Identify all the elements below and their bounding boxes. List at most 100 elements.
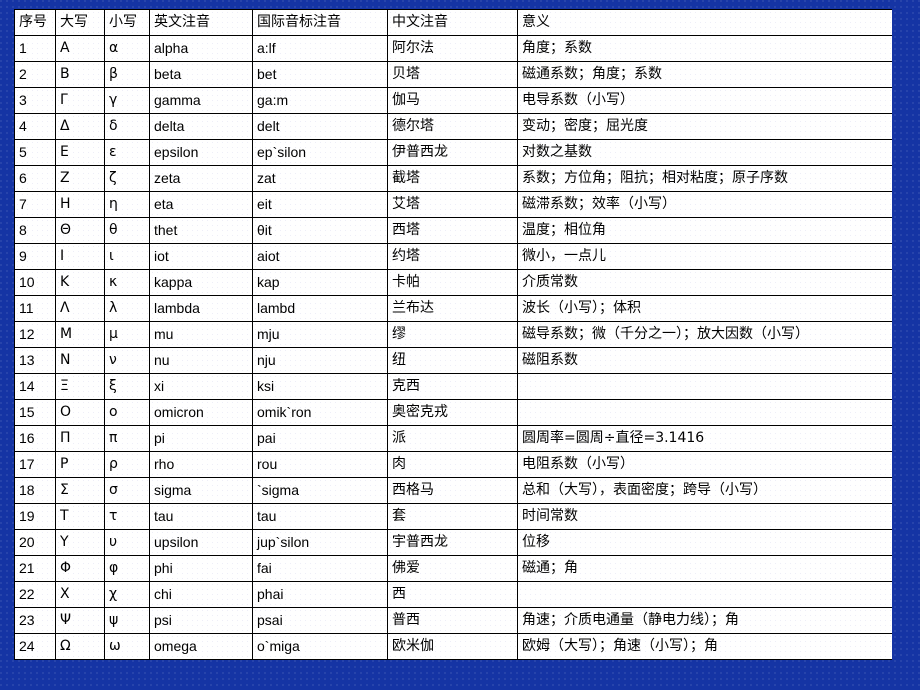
cell-meaning: 磁导系数；微（千分之一）；放大因数（小写） [517,321,892,348]
cell-lowercase: σ [104,477,150,504]
cell-lowercase: ι [104,243,150,270]
cell-meaning: 介质常数 [517,269,892,296]
cell-uppercase: Μ [55,321,105,348]
cell-english-pronunciation: thet [149,217,253,244]
table-row: 1 Αα alpha a:lf 阿尔法 角度；系数 [14,35,892,62]
cell-uppercase: Θ [55,217,105,244]
cell-lowercase: β [104,61,150,88]
cell-chinese-pronunciation: 卡帕 [387,269,518,296]
cell-english-pronunciation: phi [149,555,253,582]
cell-lowercase: θ [104,217,150,244]
cell-lowercase: π [104,425,150,452]
cell-english-pronunciation: lambda [149,295,253,322]
cell-index: 8 [14,217,56,244]
cell-index: 13 [14,347,56,374]
cell-ipa-pronunciation: ep`silon [252,139,388,166]
cell-ipa-pronunciation: a:lf [252,35,388,62]
cell-chinese-pronunciation: 肉 [387,451,518,478]
cell-english-pronunciation: tau [149,503,253,530]
cell-chinese-pronunciation: 西 [387,581,518,608]
cell-lowercase: λ [104,295,150,322]
cell-uppercase: Σ [55,477,105,504]
cell-ipa-pronunciation: lambd [252,295,388,322]
cell-ipa-pronunciation: phai [252,581,388,608]
cell-ipa-pronunciation: jup`silon [252,529,388,556]
cell-meaning: 欧姆（大写）；角速（小写）；角 [517,633,892,660]
cell-uppercase: Η [55,191,105,218]
cell-meaning: 总和（大写），表面密度；跨导（小写） [517,477,892,504]
cell-index: 22 [14,581,56,608]
cell-meaning: 圆周率=圆周÷直径=3.1416 [517,425,892,452]
cell-english-pronunciation: psi [149,607,253,634]
cell-chinese-pronunciation: 套 [387,503,518,530]
cell-chinese-pronunciation: 伊普西龙 [387,139,518,166]
cell-uppercase: Χ [55,581,105,608]
cell-index: 23 [14,607,56,634]
cell-english-pronunciation: gamma [149,87,253,114]
cell-ipa-pronunciation: o`miga [252,633,388,660]
cell-lowercase: τ [104,503,150,530]
cell-index: 3 [14,87,56,114]
cell-chinese-pronunciation: 西塔 [387,217,518,244]
table-row: 4 Δδ delta delt 德尔塔 变动；密度；屈光度 [14,113,892,140]
cell-ipa-pronunciation: ga:m [252,87,388,114]
cell-chinese-pronunciation: 德尔塔 [387,113,518,140]
cell-index: 16 [14,425,56,452]
cell-lowercase: ξ [104,373,150,400]
cell-lowercase: ε [104,139,150,166]
cell-index: 18 [14,477,56,504]
cell-uppercase: Β [55,61,105,88]
cell-index: 15 [14,399,56,426]
cell-uppercase: Ο [55,399,105,426]
cell-english-pronunciation: epsilon [149,139,253,166]
cell-ipa-pronunciation: θit [252,217,388,244]
cell-index: 4 [14,113,56,140]
greek-alphabet-table-container: 序号 大写 小写 英文注音 国际音标注音 中文注音 意义 1 Αα alpha a:l… [14,9,892,681]
table-row: 20 Υυ upsilon jup`silon 宇普西龙 位移 [14,529,892,556]
cell-uppercase: Π [55,425,105,452]
cell-ipa-pronunciation: zat [252,165,388,192]
cell-meaning: 变动；密度；屈光度 [517,113,892,140]
cell-uppercase: Ν [55,347,105,374]
cell-uppercase: Κ [55,269,105,296]
table-row: 14 Ξξ xi ksi 克西 [14,373,892,400]
cell-index: 17 [14,451,56,478]
cell-chinese-pronunciation: 普西 [387,607,518,634]
cell-chinese-pronunciation: 兰布达 [387,295,518,322]
cell-english-pronunciation: delta [149,113,253,140]
cell-lowercase: ν [104,347,150,374]
cell-ipa-pronunciation: eit [252,191,388,218]
cell-lowercase: ο [104,399,150,426]
cell-lowercase: ω [104,633,150,660]
cell-meaning: 波长（小写）；体积 [517,295,892,322]
table-row: 13 Νν nu nju 纽磁阻系数 [14,347,892,374]
cell-meaning: 对数之基数 [517,139,892,166]
table-row: 16 Ππ pi pai 派圆周率=圆周÷直径=3.1416 [14,425,892,452]
cell-chinese-pronunciation: 约塔 [387,243,518,270]
cell-chinese-pronunciation: 派 [387,425,518,452]
table-body: 1 Αα alpha a:lf 阿尔法 角度；系数 2 Ββ beta bet 贝塔 磁通系数；角度；… [14,35,892,660]
cell-ipa-pronunciation: fai [252,555,388,582]
cell-ipa-pronunciation: pai [252,425,388,452]
cell-index: 5 [14,139,56,166]
cell-chinese-pronunciation: 欧米伽 [387,633,518,660]
cell-meaning: 时间常数 [517,503,892,530]
cell-chinese-pronunciation: 缪 [387,321,518,348]
cell-ipa-pronunciation: kap [252,269,388,296]
cell-uppercase: Ι [55,243,105,270]
greek-alphabet-table: 序号 大写 小写 英文注音 国际音标注音 中文注音 意义 1 Αα alpha a:l… [14,9,892,660]
cell-lowercase: α [104,35,150,62]
cell-ipa-pronunciation: aiot [252,243,388,270]
cell-chinese-pronunciation: 西格马 [387,477,518,504]
cell-meaning [517,399,892,426]
cell-ipa-pronunciation: delt [252,113,388,140]
cell-uppercase: Τ [55,503,105,530]
cell-meaning: 电阻系数（小写） [517,451,892,478]
cell-uppercase: Ξ [55,373,105,400]
table-header-row: 序号 大写 小写 英文注音 国际音标注音 中文注音 意义 [14,9,892,36]
cell-meaning: 电导系数（小写） [517,87,892,114]
cell-lowercase: η [104,191,150,218]
cell-chinese-pronunciation: 阿尔法 [387,35,518,62]
cell-english-pronunciation: nu [149,347,253,374]
cell-uppercase: Γ [55,87,105,114]
